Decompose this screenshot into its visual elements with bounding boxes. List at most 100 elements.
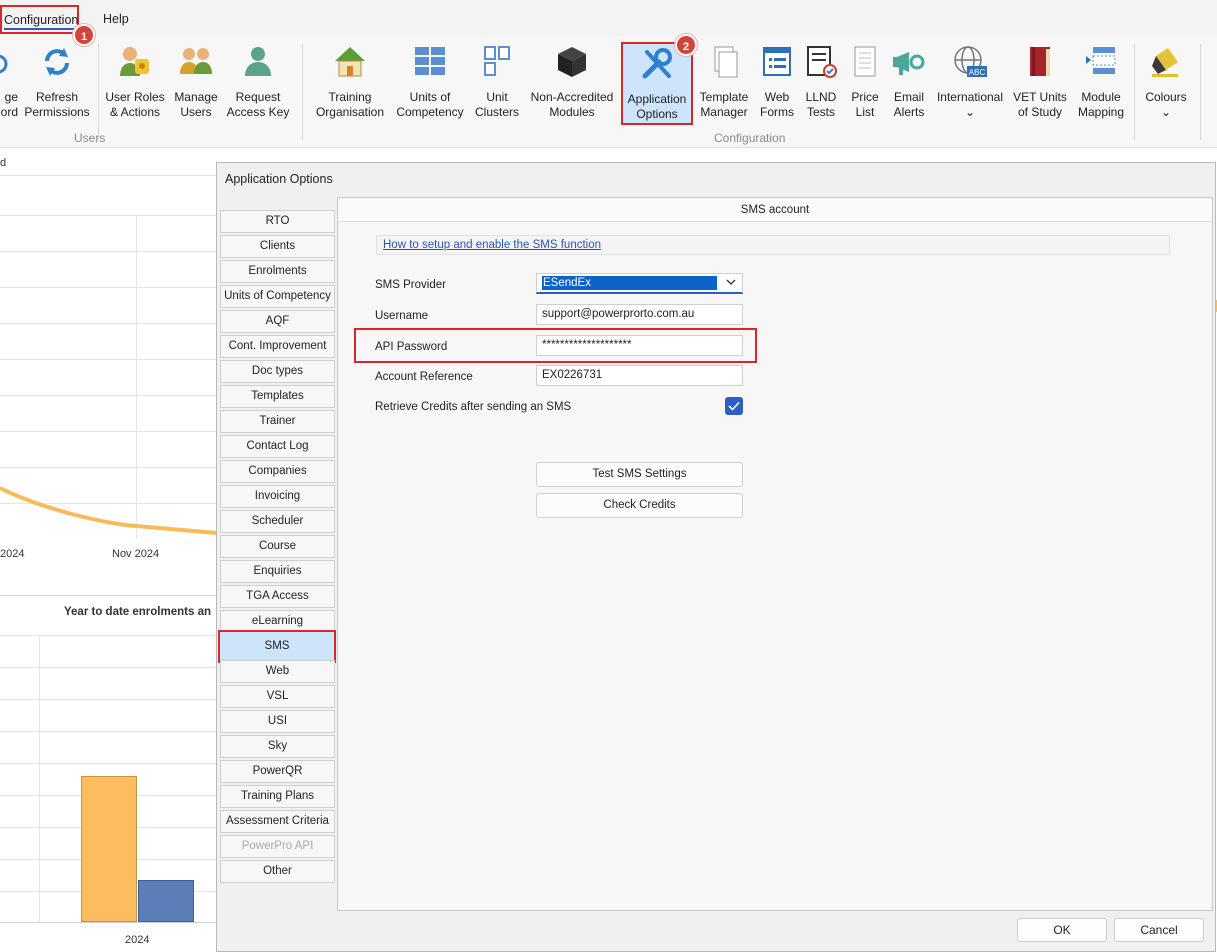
tab-web[interactable]: Web	[220, 660, 335, 683]
request-access-key-label: Request Access Key	[226, 90, 290, 119]
mapping-icon	[1083, 44, 1119, 80]
test-sms-settings-button[interactable]: Test SMS Settings	[536, 462, 743, 487]
bar-orange	[81, 776, 137, 922]
user-roles-icon	[117, 44, 153, 80]
vet-units-of-study-label: VET Units of Study	[1013, 90, 1067, 119]
tab-doc-types[interactable]: Doc types	[220, 360, 335, 383]
account-reference-field[interactable]: EX0226731	[536, 365, 743, 386]
tab-companies[interactable]: Companies	[220, 460, 335, 483]
tab-enrolments[interactable]: Enrolments	[220, 260, 335, 283]
application-options-label: Application Options	[627, 92, 687, 121]
vet-units-of-study-button[interactable]: VET Units of Study	[1012, 44, 1068, 120]
tab-cont-improvement[interactable]: Cont. Improvement	[220, 335, 335, 358]
colours-button[interactable]: Colours ⌄	[1140, 44, 1192, 120]
sms-provider-label: SMS Provider	[375, 279, 446, 291]
tab-clients[interactable]: Clients	[220, 235, 335, 258]
tab-enquiries[interactable]: Enquiries	[220, 560, 335, 583]
tab-usi[interactable]: USI	[220, 710, 335, 733]
tab-tga-access[interactable]: TGA Access	[220, 585, 335, 608]
tab-sms[interactable]: SMS	[218, 630, 336, 663]
template-manager-button[interactable]: Template Manager	[698, 44, 750, 120]
bar-x-label: 2024	[125, 934, 150, 946]
module-mapping-label: Module Mapping	[1077, 90, 1125, 119]
manage-users-button[interactable]: Manage Users	[170, 44, 222, 120]
megaphone-icon	[891, 44, 927, 80]
tab-other[interactable]: Other	[220, 860, 335, 883]
cancel-button[interactable]: Cancel	[1114, 918, 1204, 942]
refresh-permissions-button[interactable]: Refresh Permissions	[22, 44, 92, 120]
menu-configuration[interactable]: Configuration	[0, 5, 79, 34]
tab-contact-log[interactable]: Contact Log	[220, 435, 335, 458]
refresh-permissions-label: Refresh Permissions	[24, 90, 90, 119]
ribbon-partial-button[interactable]: ge ord	[0, 44, 18, 120]
username-label: Username	[375, 310, 429, 322]
tab-vsl[interactable]: VSL	[220, 685, 335, 708]
tab-rto[interactable]: RTO	[220, 210, 335, 233]
documents-icon	[706, 44, 742, 80]
email-alerts-button[interactable]: Email Alerts	[888, 44, 930, 120]
user-roles-button[interactable]: User Roles & Actions	[104, 44, 166, 120]
web-forms-icon	[759, 44, 795, 80]
units-of-competency-button[interactable]: Units of Competency	[393, 44, 467, 120]
price-list-button[interactable]: Price List	[845, 44, 885, 120]
tab-invoicing[interactable]: Invoicing	[220, 485, 335, 508]
menu-bar: Configuration Help	[0, 0, 1217, 36]
help-link-box: How to setup and enable the SMS function	[376, 235, 1170, 255]
dialog-title: Application Options	[225, 172, 333, 186]
account-reference-label: Account Reference	[375, 371, 473, 383]
non-accredited-modules-label: Non-Accredited Modules	[530, 90, 614, 119]
module-mapping-button[interactable]: Module Mapping	[1072, 44, 1130, 120]
configuration-group-label: Configuration	[714, 131, 786, 145]
request-access-key-button[interactable]: Request Access Key	[226, 44, 290, 120]
bar-blue	[138, 880, 194, 922]
web-forms-button[interactable]: Web Forms	[755, 44, 799, 120]
ribbon-separator	[98, 44, 99, 140]
sms-provider-select[interactable]: ESendEx	[536, 273, 743, 294]
grid-icon	[412, 44, 448, 80]
non-accredited-modules-button[interactable]: Non-Accredited Modules	[527, 44, 617, 120]
tab-units-of-competency[interactable]: Units of Competency	[220, 285, 335, 308]
tab-course[interactable]: Course	[220, 535, 335, 558]
ok-button[interactable]: OK	[1017, 918, 1107, 942]
username-field[interactable]: support@powerprorto.com.au	[536, 304, 743, 325]
retrieve-credits-label: Retrieve Credits after sending an SMS	[375, 401, 572, 413]
access-key-icon	[240, 44, 276, 80]
ribbon-separator	[1134, 44, 1135, 140]
training-organisation-label: Training Organisation	[315, 90, 385, 119]
manage-users-label: Manage Users	[174, 90, 218, 119]
retrieve-credits-checkbox[interactable]	[725, 397, 743, 415]
menu-configuration-label: Configuration	[4, 13, 79, 30]
paint-bucket-icon	[1148, 44, 1184, 80]
check-credits-button[interactable]: Check Credits	[536, 493, 743, 518]
llnd-tests-button[interactable]: LLND Tests	[800, 44, 842, 120]
api-password-field[interactable]: ********************	[536, 335, 743, 356]
colours-label: Colours ⌄	[1145, 90, 1187, 119]
unit-clusters-button[interactable]: Unit Clusters	[472, 44, 522, 120]
user-roles-label: User Roles & Actions	[105, 90, 165, 119]
checkmark-icon	[728, 401, 740, 411]
step-badge-2: 2	[675, 34, 697, 56]
menu-help[interactable]: Help	[103, 12, 129, 26]
tab-assessment-criteria[interactable]: Assessment Criteria	[220, 810, 335, 833]
partial-icon	[0, 44, 24, 80]
international-button[interactable]: ABC International ⌄	[933, 44, 1007, 120]
tab-training-plans[interactable]: Training Plans	[220, 785, 335, 808]
tab-scheduler[interactable]: Scheduler	[220, 510, 335, 533]
tab-sky[interactable]: Sky	[220, 735, 335, 758]
email-alerts-label: Email Alerts	[893, 90, 925, 119]
training-organisation-button[interactable]: Training Organisation	[312, 44, 388, 120]
books-icon	[1022, 44, 1058, 80]
tab-trainer[interactable]: Trainer	[220, 410, 335, 433]
tab-powerqr[interactable]: PowerQR	[220, 760, 335, 783]
cube-icon	[554, 44, 590, 80]
sms-help-link[interactable]: How to setup and enable the SMS function	[383, 239, 601, 251]
application-options-dialog: Application Options RTO Clients Enrolments…	[216, 162, 1216, 952]
tab-powerpro-api: PowerPro API	[220, 835, 335, 858]
template-manager-label: Template Manager	[699, 90, 749, 119]
tab-templates[interactable]: Templates	[220, 385, 335, 408]
chevron-down-icon	[726, 275, 736, 296]
line-chart	[0, 486, 217, 535]
panel-header: SMS account	[338, 198, 1212, 222]
tab-aqf[interactable]: AQF	[220, 310, 335, 333]
svg-text:ABC: ABC	[969, 68, 986, 77]
